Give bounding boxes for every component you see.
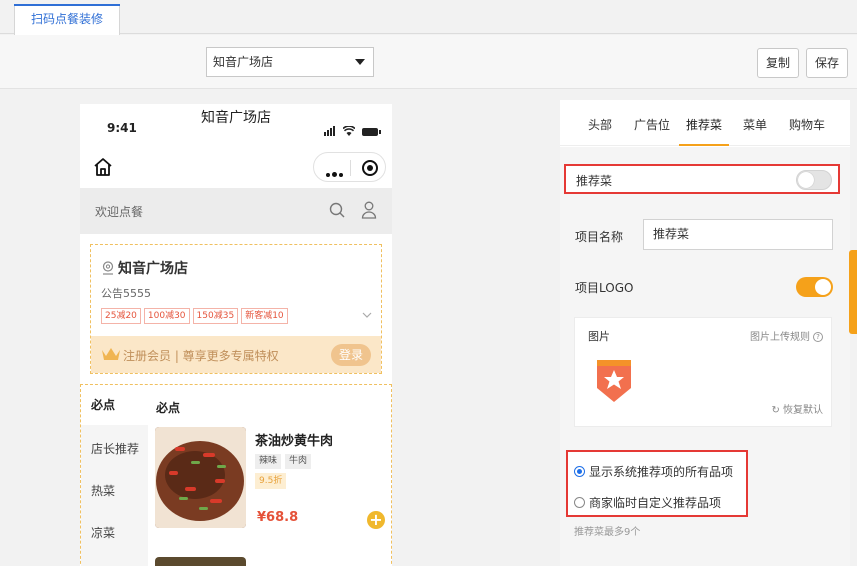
coupon-tag[interactable]: 100减30 (143, 308, 190, 324)
panel-body: 推荐菜 项目名称 推荐菜 项目LOGO 图片 图片上传规则? ↻ 恢复默认 显示… (560, 147, 850, 566)
tab-bar: 扫码点餐装修 (0, 0, 857, 35)
nav-row (80, 146, 392, 188)
image-label: 图片 (588, 330, 610, 343)
radio-unchecked-icon[interactable] (574, 497, 585, 508)
add-to-cart-button[interactable]: + (367, 511, 385, 529)
recommend-source-options: 显示系统推荐项的所有品项 商家临时自定义推荐品项 (566, 450, 748, 517)
tab-cart[interactable]: 购物车 (789, 116, 825, 133)
category-item-must[interactable]: 必点 (81, 385, 148, 425)
item-name-label: 项目名称 (575, 230, 624, 244)
phone-preview: 9:41 知音广场店 欢迎点餐 知音广场店 公告5555 25减20 100减30… (80, 104, 392, 566)
refresh-icon: ↻ (771, 405, 783, 416)
signal-icon (327, 130, 329, 136)
recommend-toggle-row: 推荐菜 (564, 164, 840, 194)
dish-discount: 9.5折 (255, 473, 287, 489)
dish-image[interactable] (155, 557, 246, 566)
coupon-tag[interactable]: 150减35 (192, 308, 239, 324)
tab-header[interactable]: 头部 (588, 116, 612, 133)
tab-recommend[interactable]: 推荐菜 (686, 116, 722, 133)
recommend-limit-hint: 推荐菜最多9个 (574, 527, 641, 538)
item-logo-label: 项目LOGO (575, 281, 634, 295)
close-target-icon[interactable] (362, 160, 378, 176)
radio-option-custom-label: 商家临时自定义推荐品项 (589, 496, 722, 510)
location-pin-icon (102, 261, 114, 275)
store-card: 知音广场店 公告5555 25减20 100减30 150减35 新客减10 注册会员… (90, 244, 382, 374)
login-button[interactable]: 登录 (331, 344, 371, 366)
tab-scan-order-decoration[interactable]: 扫码点餐装修 (14, 4, 120, 35)
save-button[interactable]: 保存 (806, 48, 848, 78)
chevron-down-icon[interactable] (362, 311, 372, 319)
dish-tag: 牛肉 (285, 454, 312, 469)
category-item-cold-dishes[interactable]: 凉菜 (81, 513, 148, 553)
coupon-tag[interactable]: 25减20 (101, 308, 141, 324)
user-icon[interactable] (361, 201, 377, 219)
dish-name: 茶油炒黄牛肉 (255, 434, 334, 449)
battery-icon (361, 128, 381, 136)
recommend-toggle[interactable] (796, 170, 832, 190)
help-icon: ? (813, 332, 823, 342)
store-name: 知音广场店 (118, 261, 188, 277)
dish-price: ¥68.8 (257, 510, 299, 525)
signal-icon (324, 132, 326, 136)
category-list: 必点 店长推荐 热菜 凉菜 (81, 385, 148, 566)
dish-photo (155, 427, 246, 528)
panel-tabs: 头部 广告位 推荐菜 菜单 购物车 (560, 100, 850, 146)
search-icon[interactable] (329, 202, 345, 218)
home-icon[interactable] (93, 157, 113, 177)
coupon-tag[interactable]: 新客减10 (241, 308, 288, 324)
dish-tag: 辣味 (255, 454, 282, 469)
item-logo-toggle[interactable] (796, 277, 833, 297)
store-select-value: 知音广场店 (213, 55, 274, 69)
category-item-manager-recommend[interactable]: 店长推荐 (81, 429, 148, 469)
radio-option-custom[interactable]: 商家临时自定义推荐品项 (574, 494, 721, 511)
radio-checked-icon[interactable] (574, 466, 585, 477)
toolbar: 知音广场店 复制 保存 (0, 35, 857, 89)
radio-option-system[interactable]: 显示系统推荐项的所有品项 (574, 463, 733, 480)
dish-tags: 辣味 牛肉 (255, 452, 315, 469)
signal-icon (333, 126, 335, 136)
status-icons (324, 122, 381, 136)
item-name-input[interactable]: 推荐菜 (643, 219, 833, 250)
settings-panel: 头部 广告位 推荐菜 菜单 购物车 推荐菜 项目名称 推荐菜 项目LOGO 图片… (560, 100, 850, 566)
tab-menu[interactable]: 菜单 (743, 116, 767, 133)
dish-image[interactable] (155, 427, 246, 528)
tab-ad-slot[interactable]: 广告位 (634, 116, 670, 133)
welcome-text: 欢迎点餐 (95, 205, 144, 219)
upload-rule-text: 图片上传规则 (750, 332, 810, 343)
status-bar: 9:41 知音广场店 (80, 104, 392, 146)
restore-default-text: 恢复默认 (783, 405, 823, 416)
caret-down-icon (355, 59, 365, 65)
store-notice: 公告5555 (101, 287, 151, 300)
more-icon[interactable] (326, 166, 345, 180)
radio-option-system-label: 显示系统推荐项的所有品项 (589, 465, 734, 479)
restore-default-link[interactable]: ↻ 恢复默认 (771, 401, 823, 416)
store-select[interactable]: 知音广场店 (206, 47, 374, 77)
upload-rule-link[interactable]: 图片上传规则? (750, 328, 823, 343)
side-drawer-handle[interactable] (849, 250, 857, 334)
coupon-list: 25减20 100减30 150减35 新客减10 (101, 307, 291, 324)
active-tab-indicator (679, 144, 729, 146)
member-text: 注册会员 | 尊享更多专属特权 (123, 349, 279, 363)
logo-image[interactable] (593, 356, 635, 404)
mini-program-capsule (313, 152, 386, 182)
crown-icon (102, 348, 120, 360)
section-title: 必点 (156, 401, 181, 415)
welcome-bar: 欢迎点餐 (80, 188, 392, 234)
menu-area: 必点 店长推荐 热菜 凉菜 必点 茶油炒黄牛肉 辣味 牛肉 9.5折 ¥68.8 … (80, 384, 392, 566)
signal-icon (330, 128, 332, 136)
copy-button[interactable]: 复制 (757, 48, 799, 78)
image-upload-box: 图片 图片上传规则? ↻ 恢复默认 (574, 317, 832, 427)
category-item-hot-dishes[interactable]: 热菜 (81, 471, 148, 511)
member-bar: 注册会员 | 尊享更多专属特权 登录 (91, 336, 381, 373)
wifi-icon (342, 126, 355, 136)
recommend-label: 推荐菜 (576, 174, 613, 188)
